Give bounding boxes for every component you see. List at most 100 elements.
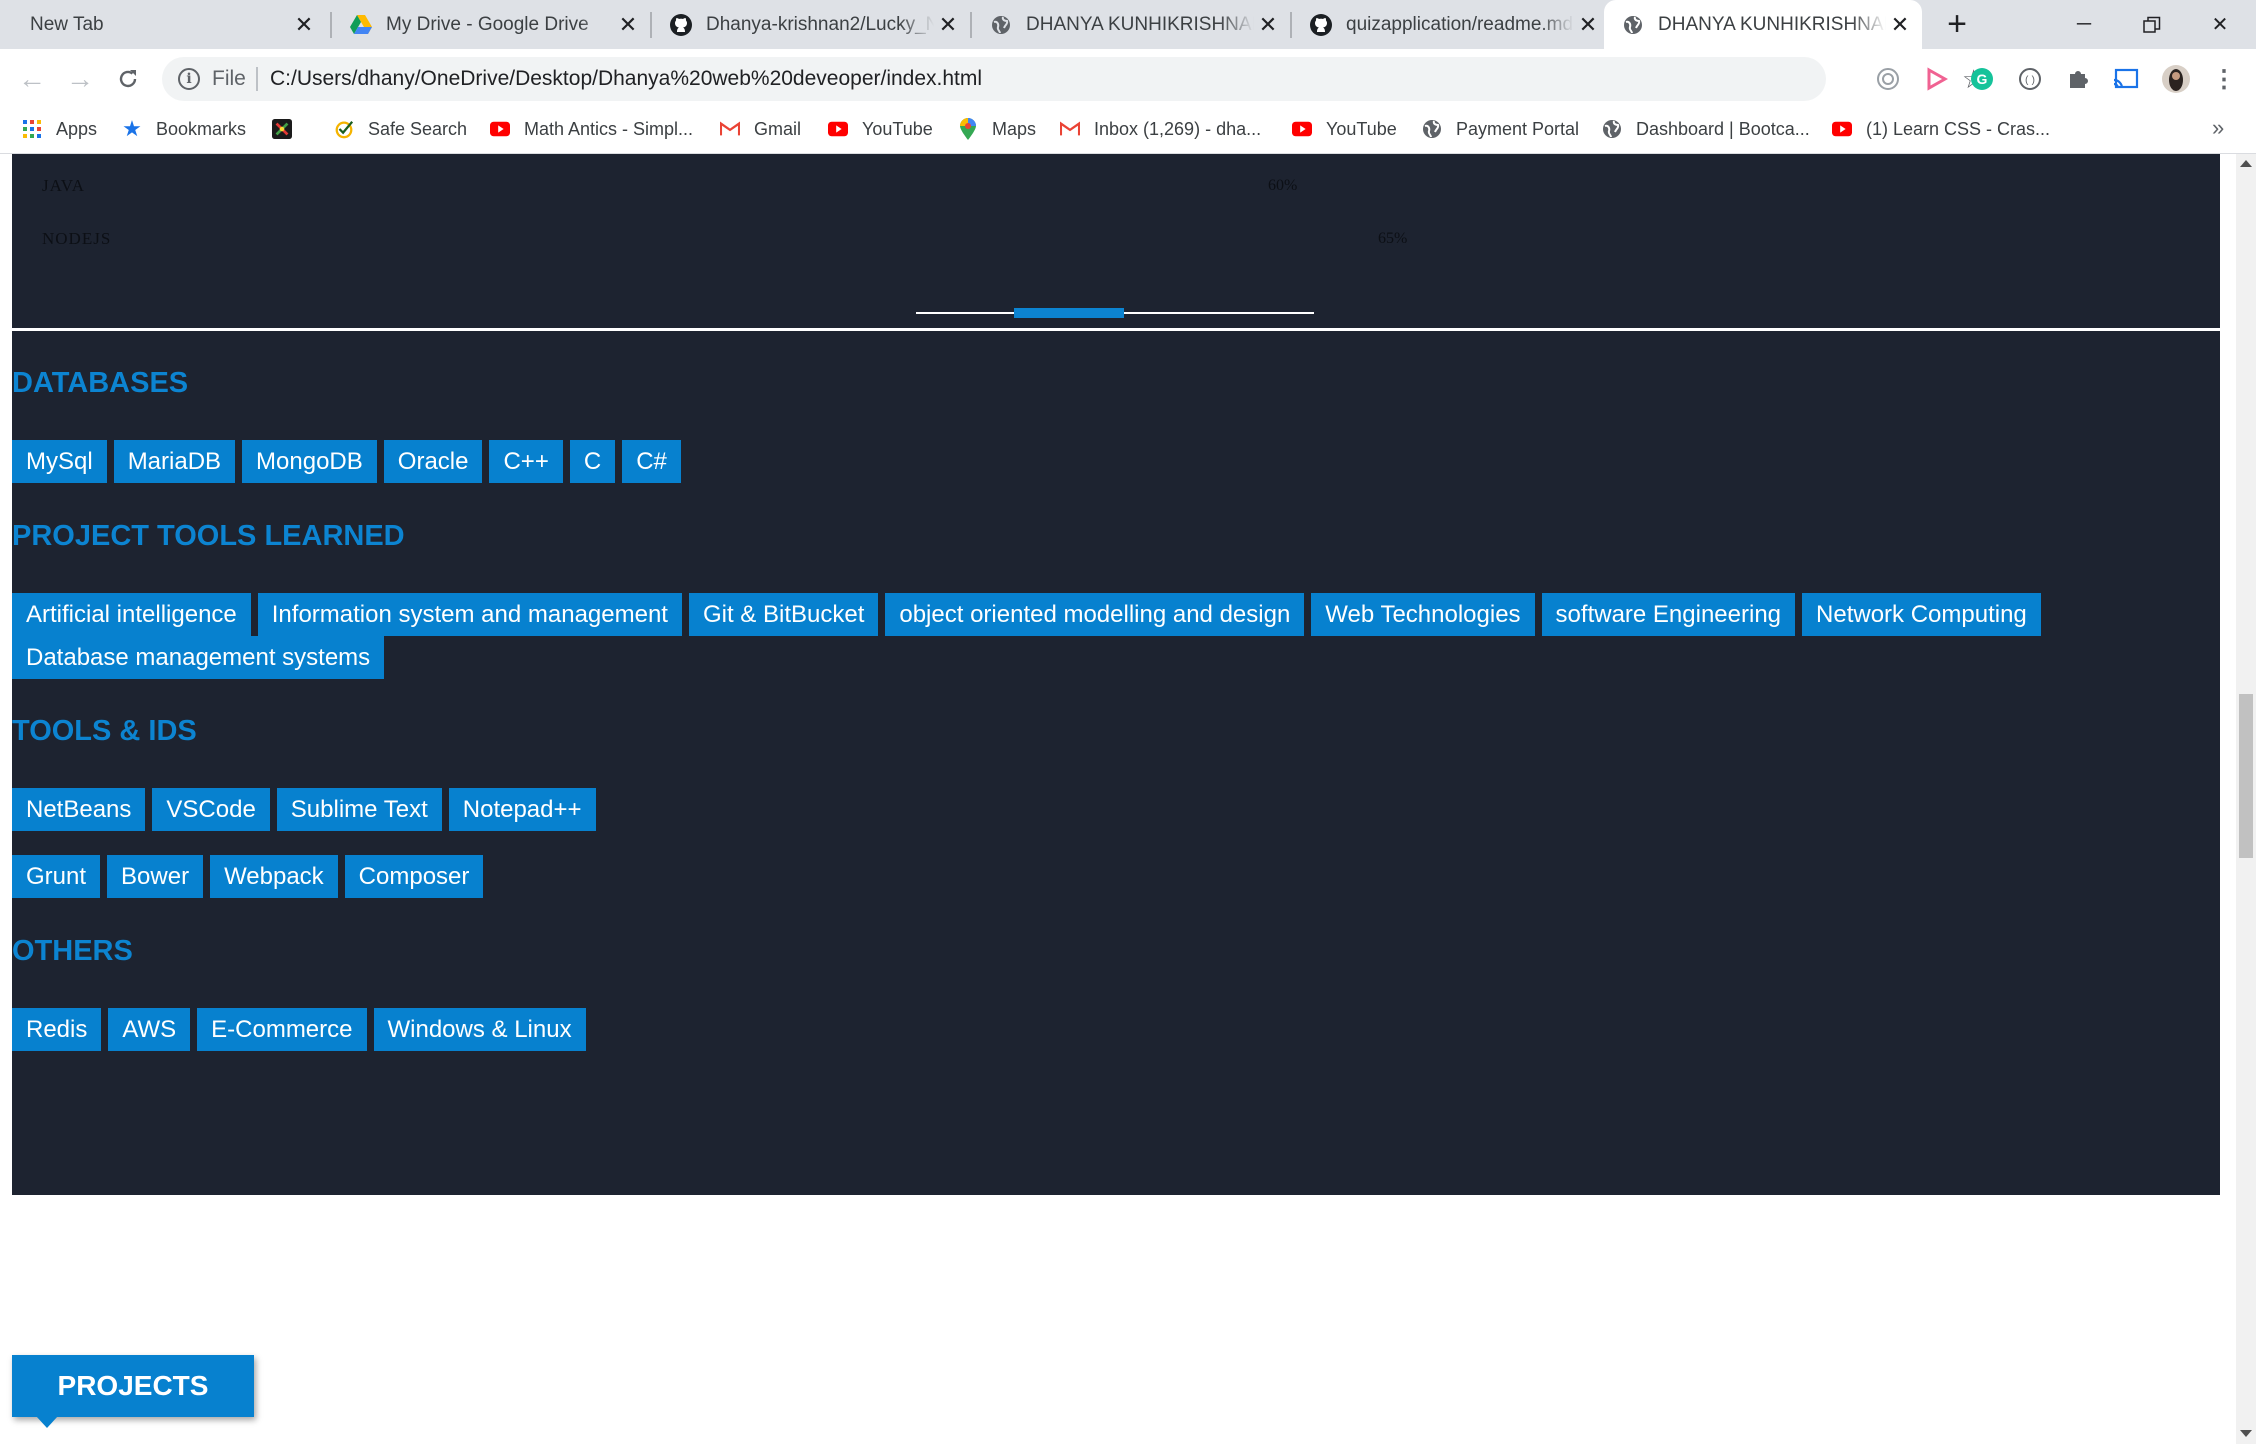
skill-chip: Artificial intelligence (12, 593, 251, 636)
bookmark-label: (1) Learn CSS - Cras... (1866, 118, 2051, 139)
bookmark-label: Payment Portal (1456, 118, 1580, 139)
star-icon: ★ (122, 116, 142, 141)
skill-percent-nodejs: 65% (1378, 230, 1408, 247)
github-icon (670, 13, 692, 36)
bookmark-dashboard[interactable]: Dashboard | Bootca... (1602, 109, 1810, 149)
tab-portfolio-active[interactable]: DHANYA KUNHIKRISHNAN| ✕ (1604, 0, 1922, 49)
avatar[interactable] (2158, 61, 2194, 97)
bookmark-math-antics[interactable]: Math Antics - Simpl... (490, 109, 693, 149)
bookmark-label: Dashboard | Bootca... (1636, 118, 1810, 139)
tab-new-tab[interactable]: New Tab ✕ (12, 0, 326, 49)
skill-chip: MongoDB (242, 440, 377, 483)
bookmark-bookmarks[interactable]: ★ Bookmarks (122, 109, 246, 149)
carousel-indicator-active[interactable] (1014, 308, 1124, 318)
tab-github-lucky[interactable]: Dhanya-krishnan2/Lucky_N ✕ (652, 0, 970, 49)
skill-chip: Git & BitBucket (688, 593, 879, 636)
tab-portfolio-1[interactable]: DHANYA KUNHIKRISHNAN| ✕ (972, 0, 1290, 49)
skill-chip: Bower (107, 855, 204, 898)
bookmark-payment-portal[interactable]: Payment Portal (1422, 109, 1579, 149)
youtube-icon (1292, 119, 1312, 139)
projects-tab-button[interactable]: PROJECTS (12, 1355, 254, 1417)
skill-name-java: JAVA (42, 176, 86, 195)
address-url[interactable]: C:/Users/dhany/OneDrive/Desktop/Dhanya%2… (270, 67, 982, 91)
info-icon[interactable]: i (178, 68, 200, 90)
bookmark-maps[interactable]: Maps (958, 109, 1036, 149)
skill-chip: E-Commerce (197, 1008, 367, 1051)
extensions-puzzle-icon[interactable] (2060, 61, 2096, 97)
section-divider (12, 328, 2220, 331)
reload-icon[interactable] (110, 61, 146, 97)
tab-title: DHANYA KUNHIKRISHNAN| (1658, 13, 1886, 35)
back-arrow-icon[interactable]: ← (14, 61, 50, 97)
maps-pin-icon (958, 118, 978, 140)
bookmark-label: Bookmarks (156, 118, 247, 139)
extension-code-icon[interactable]: () (2012, 61, 2048, 97)
extension-play-icon[interactable] (1918, 61, 1954, 97)
vertical-scrollbar[interactable] (2236, 154, 2256, 1444)
close-icon[interactable]: ✕ (290, 11, 318, 39)
close-icon[interactable]: ✕ (1574, 11, 1602, 39)
bookmark-safe-search[interactable]: Safe Search (334, 109, 467, 149)
youtube-icon (1832, 119, 1852, 139)
browser-chrome: New Tab ✕ My Drive - Google Drive ✕ Dhan… (0, 0, 2256, 154)
bookmark-inbox[interactable]: Inbox (1,269) - dha... (1060, 109, 1261, 149)
skill-chip: Network Computing (1802, 593, 2041, 636)
close-icon[interactable]: ✕ (934, 11, 962, 39)
close-icon[interactable]: ✕ (1886, 11, 1914, 39)
restore-icon[interactable] (2118, 0, 2186, 49)
bookmark-label: YouTube (862, 118, 933, 139)
tab-strip: New Tab ✕ My Drive - Google Drive ✕ Dhan… (0, 0, 2256, 49)
bookmarks-overflow-chevron-icon[interactable]: » (2212, 115, 2224, 141)
chip-list-others: Redis AWS E-Commerce Windows & Linux (12, 1008, 2132, 1051)
bookmark-learn-css[interactable]: (1) Learn CSS - Cras... (1832, 109, 2050, 149)
bookmark-label: Math Antics - Simpl... (524, 118, 694, 139)
close-icon[interactable]: ✕ (614, 11, 642, 39)
bookmark-label: Gmail (754, 118, 802, 139)
safe-search-icon (334, 119, 354, 139)
globe-icon (1602, 119, 1622, 139)
scrollbar-thumb[interactable] (2239, 694, 2253, 858)
bookmark-youtube-2[interactable]: YouTube (1292, 109, 1397, 149)
browser-toolbar: ← → i File C:/Users/dhany/OneDrive/Deskt… (0, 49, 2256, 109)
tab-google-drive[interactable]: My Drive - Google Drive ✕ (332, 0, 650, 49)
youtube-icon (828, 119, 848, 139)
scroll-down-arrow-icon[interactable] (2240, 1430, 2252, 1437)
bookmark-colorful-x[interactable] (272, 109, 306, 149)
section-title-project-tools: PROJECT TOOLS LEARNED (12, 520, 405, 552)
bookmark-apps[interactable]: Apps (22, 109, 97, 149)
close-window-icon[interactable]: ✕ (2186, 0, 2254, 49)
chip-list-project-tools: Artificial intelligence Information syste… (12, 593, 2132, 679)
projects-tab-pointer (36, 1416, 58, 1428)
address-bar[interactable]: i File C:/Users/dhany/OneDrive/Desktop/D… (162, 57, 1985, 101)
youtube-icon (490, 119, 510, 139)
tab-github-quiz[interactable]: quizapplication/readme.md ✕ (1292, 0, 1610, 49)
skill-chip: MySql (12, 440, 107, 483)
address-separator (256, 67, 258, 91)
minimize-icon[interactable]: ─ (2050, 0, 2118, 49)
svg-text:G: G (1977, 71, 1988, 87)
tab-title: New Tab (30, 13, 104, 35)
menu-kebab-icon[interactable]: ⋮ (2206, 61, 2242, 97)
bookmark-gmail[interactable]: Gmail (720, 109, 801, 149)
skills-section: JAVA 60% NODEJS 65% DATABASES MySql Maria… (12, 154, 2220, 1195)
globe-icon (1622, 14, 1644, 36)
extension-fingerprint-icon[interactable] (1870, 61, 1906, 97)
scroll-up-arrow-icon[interactable] (2240, 160, 2252, 167)
new-tab-plus-icon[interactable]: + (1940, 7, 1974, 42)
forward-arrow-icon[interactable]: → (62, 61, 98, 97)
skill-chip: Composer (344, 855, 484, 898)
bookmark-label: Maps (992, 118, 1037, 139)
apps-grid-icon (22, 119, 42, 139)
cast-icon[interactable] (2108, 61, 2144, 97)
grammarly-icon[interactable]: G (1964, 61, 2000, 97)
globe-icon (1422, 119, 1442, 139)
bookmark-youtube[interactable]: YouTube (828, 109, 933, 149)
skill-chip: Information system and management (257, 593, 682, 636)
close-icon[interactable]: ✕ (1254, 11, 1282, 39)
address-scheme-label: File (212, 67, 246, 90)
skill-chip: C (569, 440, 616, 483)
gmail-icon (720, 119, 740, 139)
section-title-databases: DATABASES (12, 367, 189, 399)
bookmark-label: Apps (56, 118, 98, 139)
bookmark-label: Safe Search (368, 118, 468, 139)
